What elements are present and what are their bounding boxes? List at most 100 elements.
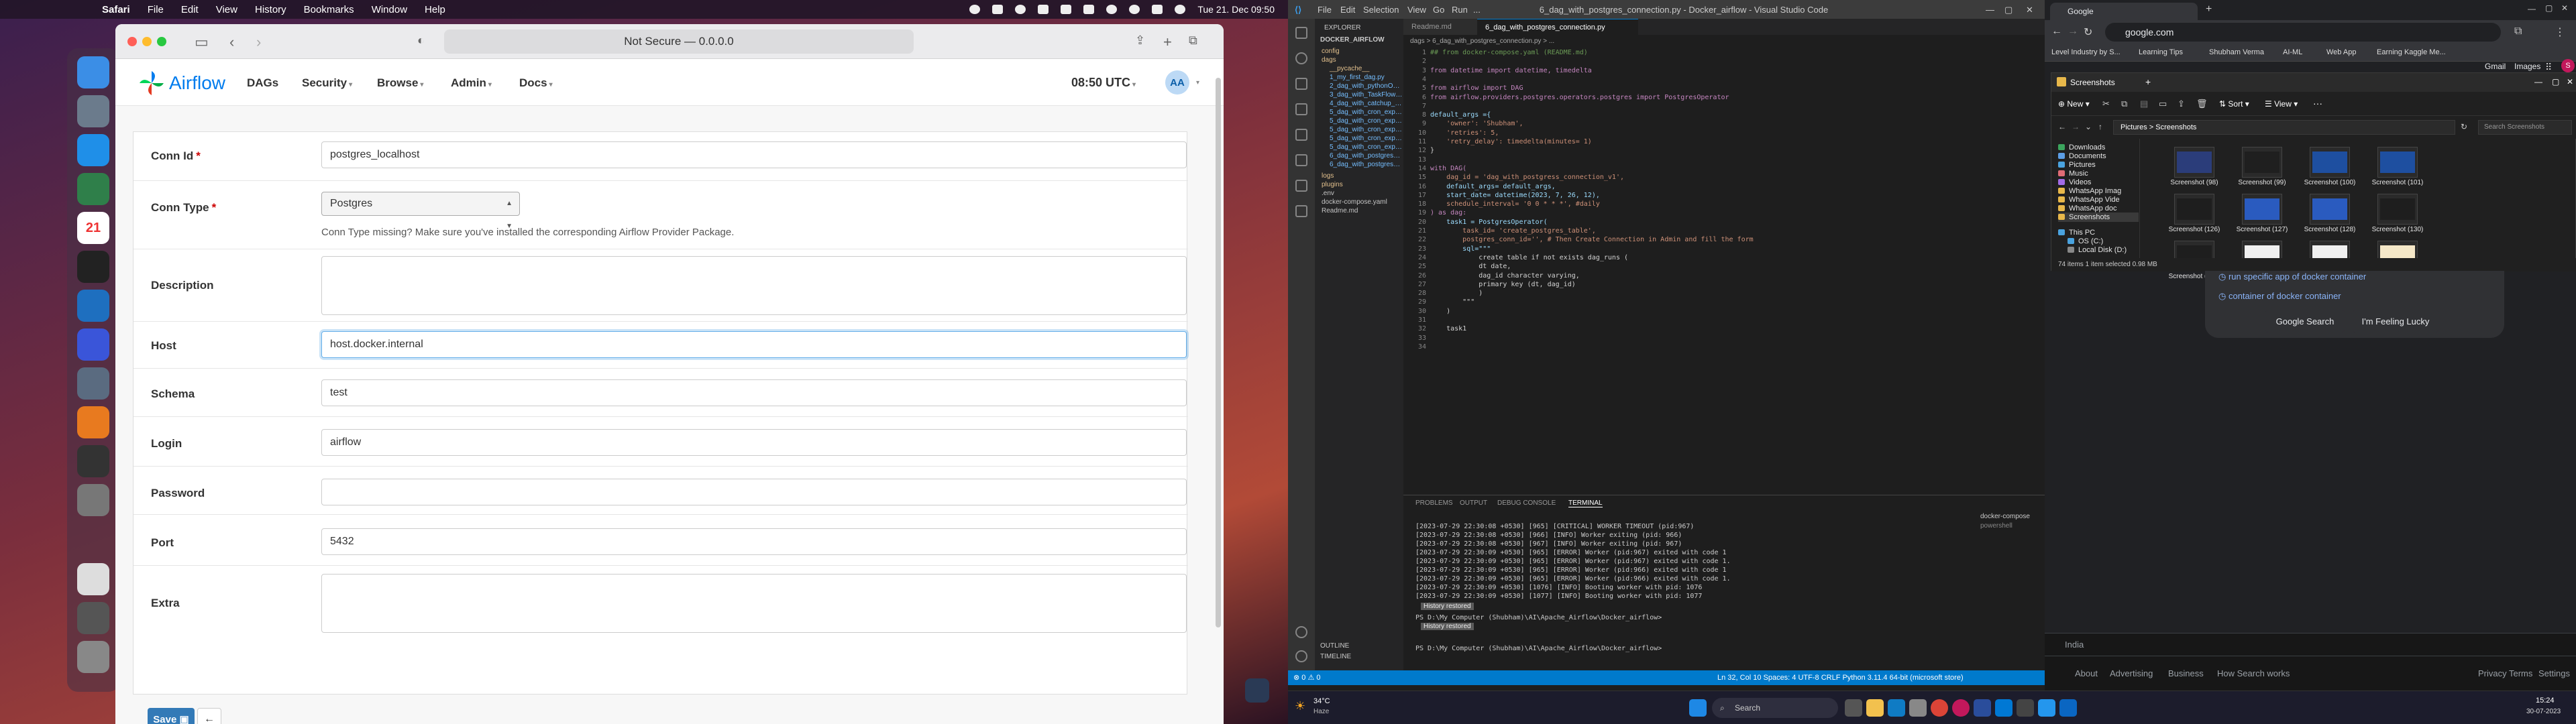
nav-item[interactable]: Local Disk (D:)	[2068, 245, 2148, 255]
testing-icon[interactable]	[1295, 205, 1307, 217]
menu-window[interactable]: Window	[372, 4, 407, 15]
reload-icon[interactable]: ↻	[2084, 25, 2092, 39]
bookmark-2[interactable]: Learning Tips	[2139, 48, 2183, 56]
images-link[interactable]: Images	[2514, 62, 2540, 71]
new-tab-icon[interactable]: +	[2206, 3, 2212, 15]
dock-calendar-icon[interactable]: 21	[77, 212, 109, 244]
rename-icon[interactable]: ▭	[2159, 99, 2167, 109]
nav-item[interactable]: WhatsApp Vide	[2058, 195, 2139, 204]
extensions-icon[interactable]: ⧉	[2514, 25, 2522, 38]
suggestion-2[interactable]: ◷ container of docker container	[2218, 291, 2341, 302]
login-input[interactable]: airflow	[321, 429, 1187, 456]
nav-admin[interactable]: Admin ▾	[451, 76, 492, 90]
taskbar-date[interactable]: 30-07-2023	[2526, 708, 2561, 715]
close-window-button[interactable]	[127, 37, 137, 46]
dock-app-icon[interactable]	[77, 445, 109, 477]
dock-safari-icon[interactable]	[77, 134, 109, 166]
tab-readme[interactable]: Readme.md	[1403, 19, 1477, 35]
thumbnail-label[interactable]: Screenshot (101)	[2354, 179, 2441, 187]
panel-tab-terminal[interactable]: TERMINAL	[1568, 499, 1603, 507]
explorer-refresh-icon[interactable]: ↻	[2461, 122, 2467, 131]
minimize-icon[interactable]: —	[2534, 77, 2542, 86]
description-textarea[interactable]	[321, 256, 1187, 315]
chrome-menu-icon[interactable]: ⋮	[2555, 25, 2565, 39]
bookmark-5[interactable]: Web App	[2326, 48, 2356, 56]
panel-tab-output[interactable]: OUTPUT	[1460, 499, 1487, 507]
status-battery-icon[interactable]	[1083, 5, 1095, 14]
screenshot-thumbnail[interactable]	[2310, 194, 2350, 225]
screenshot-thumbnail[interactable]	[2174, 147, 2214, 178]
new-button[interactable]: ⊕ New ▾	[2058, 99, 2090, 109]
dock-search-app-icon[interactable]	[77, 367, 109, 400]
nav-item[interactable]: WhatsApp doc	[2058, 204, 2139, 213]
status-record-icon[interactable]	[969, 5, 981, 14]
dock-edge-icon[interactable]	[77, 173, 109, 205]
dock-launchpad-icon[interactable]	[77, 95, 109, 127]
sidebar-toggle-icon[interactable]: ▭	[195, 34, 209, 51]
delete-icon[interactable]: 🗑	[2196, 99, 2208, 109]
remote-status-icon[interactable]: ⊗ 0 ⚠ 0	[1293, 670, 1320, 685]
vsc-menu-edit[interactable]: Edit	[1340, 5, 1355, 15]
settings-gear-icon[interactable]	[1295, 650, 1307, 662]
menu-history[interactable]: History	[255, 4, 286, 15]
mac-clock[interactable]: Tue 21. Dec 09:50	[1197, 4, 1275, 15]
nav-item[interactable]: Music	[2058, 169, 2139, 178]
privacy-shield-icon[interactable]: ◐	[417, 34, 425, 48]
close-icon[interactable]: ✕	[2026, 5, 2033, 15]
tree-file[interactable]: 5_dag_with_cron_expression.py	[1315, 143, 1403, 152]
nav-item[interactable]: Documents	[2058, 152, 2139, 161]
status-search-icon[interactable]	[1129, 5, 1140, 14]
taskbar-search[interactable]: ⌕ Search	[1712, 698, 1838, 718]
vsc-menu-view[interactable]: View	[1407, 5, 1426, 15]
status-wifi-icon[interactable]	[1106, 5, 1118, 14]
nav-browse[interactable]: Browse ▾	[377, 76, 423, 90]
file-explorer-taskbar-icon[interactable]	[1866, 699, 1884, 717]
tree-file[interactable]: 5_dag_with_cron_expression_3.png	[1315, 125, 1403, 134]
google-avatar[interactable]: S	[2561, 59, 2575, 72]
footer-terms[interactable]: Terms	[2509, 668, 2532, 678]
close-icon[interactable]: ✕	[2561, 3, 2568, 13]
back-icon[interactable]: ←	[2051, 25, 2062, 38]
maximize-icon[interactable]: ▢	[2004, 5, 2012, 15]
gmail-link[interactable]: Gmail	[2485, 62, 2506, 71]
screenshot-thumbnail[interactable]	[2310, 147, 2350, 178]
minimize-window-button[interactable]	[142, 37, 152, 46]
tree-folder[interactable]: dags	[1315, 56, 1403, 64]
panel-tab-debug-console[interactable]: DEBUG CONSOLE	[1497, 499, 1556, 507]
tree-file[interactable]: docker-compose.yaml	[1315, 198, 1403, 206]
utc-clock[interactable]: 08:50 UTC ▾	[1071, 76, 1136, 90]
paste-icon[interactable]: ▤	[2140, 99, 2148, 109]
panel-tab-problems[interactable]: PROBLEMS	[1415, 499, 1453, 507]
tree-folder[interactable]: logs	[1315, 172, 1403, 180]
editor-breadcrumb[interactable]: dags > 6_dag_with_postgres_connection.py…	[1410, 38, 1813, 45]
tree-folder[interactable]: plugins	[1315, 180, 1403, 189]
tree-file[interactable]: 3_dag_with_TaskFlow_API.py	[1315, 90, 1403, 99]
chrome-taskbar-icon[interactable]	[1931, 699, 1948, 717]
explorer-path-bar[interactable]: Pictures > Screenshots	[2113, 120, 2455, 135]
menu-app-name[interactable]: Safari	[102, 4, 130, 15]
nav-dags[interactable]: DAGs	[247, 76, 278, 90]
task-view-icon[interactable]	[1845, 699, 1862, 717]
explorer-new-tab-icon[interactable]: +	[2145, 76, 2151, 87]
google-search-button[interactable]: Google Search	[2265, 310, 2345, 333]
explorer-back-icon[interactable]: ←	[2058, 122, 2066, 131]
vsc-menu-more[interactable]: ...	[1473, 5, 1481, 15]
cut-icon[interactable]: ✂	[2102, 99, 2110, 109]
project-name[interactable]: DOCKER_AIRFLOW	[1320, 36, 1385, 44]
close-icon[interactable]: ✕	[2567, 77, 2573, 86]
save-button[interactable]: Save ▣	[148, 708, 195, 724]
docker-taskbar-icon[interactable]	[2038, 699, 2055, 717]
search-icon[interactable]	[1295, 52, 1307, 64]
password-input[interactable]	[321, 479, 1187, 505]
tree-file[interactable]: 5_dag_with_cron_expression_1.png	[1315, 108, 1403, 117]
screenshot-thumbnail[interactable]	[2377, 147, 2418, 178]
view-button[interactable]: ☰ View ▾	[2265, 99, 2298, 109]
status-app-icon[interactable]	[992, 5, 1004, 14]
footer-how-search-works[interactable]: How Search works	[2217, 668, 2290, 678]
vsc-menu-file[interactable]: File	[1318, 5, 1332, 15]
desktop-app-icon[interactable]	[1245, 678, 1269, 703]
conn-id-input[interactable]: postgres_localhost	[321, 141, 1187, 168]
vsc-menu-run[interactable]: Run	[1452, 5, 1468, 15]
new-tab-icon[interactable]: +	[1163, 34, 1172, 51]
apps-grid-icon[interactable]: ⠿	[2545, 62, 2552, 73]
